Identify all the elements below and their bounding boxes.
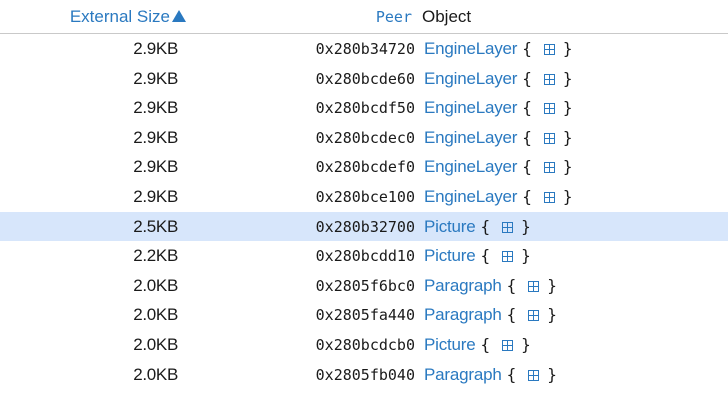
table-row[interactable]: 2.9KB 0x280b34720 EngineLayer{} bbox=[0, 34, 728, 64]
object-class-link[interactable]: EngineLayer bbox=[424, 98, 517, 117]
table-body: 2.9KB 0x280b34720 EngineLayer{} 2.9KB 0x… bbox=[0, 34, 728, 389]
expand-icon[interactable] bbox=[528, 310, 540, 322]
object-cell: Picture{} bbox=[424, 335, 531, 355]
object-cell: Picture{} bbox=[424, 246, 531, 266]
table-row[interactable]: 2.2KB 0x280bcdd10 Picture{} bbox=[0, 241, 728, 271]
object-close-brace: } bbox=[562, 39, 573, 58]
expand-icon[interactable] bbox=[528, 369, 540, 381]
object-cell: Paragraph{} bbox=[424, 365, 557, 385]
peer-address-cell: 0x280bcdec0 bbox=[315, 128, 415, 147]
peer-address-cell: 0x280bcdd10 bbox=[315, 247, 415, 266]
object-class-link[interactable]: EngineLayer bbox=[424, 69, 517, 88]
object-close-brace: } bbox=[521, 334, 531, 354]
table-row[interactable]: 2.9KB 0x280bcde60 EngineLayer{} bbox=[0, 64, 728, 94]
object-cell: EngineLayer {} bbox=[424, 128, 573, 148]
object-class-link[interactable]: Paragraph bbox=[424, 276, 502, 295]
object-cell: EngineLayer {} bbox=[424, 39, 573, 59]
object-open-brace: { bbox=[506, 275, 517, 295]
object-cell: Paragraph{} bbox=[424, 276, 557, 296]
column-header-peer[interactable]: Peer bbox=[0, 7, 412, 26]
object-class-link[interactable]: Picture bbox=[424, 217, 476, 236]
expand-icon[interactable] bbox=[543, 132, 555, 144]
object-open-brace: { bbox=[480, 216, 491, 236]
object-cell: EngineLayer {} bbox=[424, 98, 573, 118]
object-open-brace: { bbox=[522, 68, 532, 88]
peer-address-cell: 0x280b34720 bbox=[315, 40, 415, 58]
expand-icon[interactable] bbox=[543, 191, 555, 203]
object-close-brace: } bbox=[562, 157, 573, 177]
object-class-link[interactable]: Paragraph bbox=[424, 305, 502, 324]
peer-address-cell: 0x280bcde60 bbox=[315, 69, 415, 88]
peer-address-cell: 0x280bcdcb0 bbox=[315, 335, 415, 354]
object-close-brace: } bbox=[547, 275, 557, 295]
table-row[interactable]: 2.0KB 0x2805fa440 Paragraph{} bbox=[0, 300, 728, 330]
object-open-brace: { bbox=[522, 157, 532, 177]
expand-icon[interactable] bbox=[502, 251, 514, 263]
object-close-brace: } bbox=[547, 305, 557, 325]
expand-icon[interactable] bbox=[543, 162, 555, 174]
expand-icon[interactable] bbox=[502, 339, 514, 351]
table-row[interactable]: 2.0KB 0x280bcdcb0 Picture{} bbox=[0, 330, 728, 360]
expand-icon[interactable] bbox=[543, 44, 555, 55]
object-class-link[interactable]: EngineLayer bbox=[424, 157, 517, 176]
object-close-brace: } bbox=[521, 216, 531, 236]
peer-address-cell: 0x2805f6bc0 bbox=[315, 276, 415, 295]
expand-icon[interactable] bbox=[502, 221, 514, 233]
object-class-link[interactable]: EngineLayer bbox=[424, 128, 517, 147]
object-close-brace: } bbox=[562, 68, 573, 88]
table-row[interactable]: 2.0KB 0x2805fb040 Paragraph{} bbox=[0, 360, 728, 390]
object-open-brace: { bbox=[522, 98, 532, 118]
table-row[interactable]: 2.5KB 0x280b32700 Picture{} bbox=[0, 211, 728, 242]
table-row[interactable]: 2.9KB 0x280bce100 EngineLayer{} bbox=[0, 182, 728, 212]
object-close-brace: } bbox=[547, 364, 557, 384]
peer-address-cell: 0x2805fa440 bbox=[315, 306, 415, 325]
object-open-brace: { bbox=[506, 305, 517, 325]
expand-icon[interactable] bbox=[543, 103, 555, 115]
object-open-brace: { bbox=[522, 39, 532, 58]
object-class-link[interactable]: Picture bbox=[424, 246, 476, 265]
object-cell: EngineLayer {} bbox=[424, 157, 573, 177]
object-open-brace: { bbox=[506, 364, 517, 384]
peer-address-cell: 0x280bcdf50 bbox=[315, 99, 415, 118]
table-row[interactable]: 2.9KB 0x280bcdec0 EngineLayer{} bbox=[0, 123, 728, 153]
object-class-link[interactable]: EngineLayer bbox=[424, 39, 517, 58]
peer-address-cell: 0x280bce100 bbox=[315, 187, 415, 206]
object-close-brace: } bbox=[562, 186, 573, 206]
table-header: External Size Peer Object bbox=[0, 0, 728, 34]
object-class-link[interactable]: Picture bbox=[424, 335, 476, 354]
expand-icon[interactable] bbox=[543, 73, 555, 85]
object-cell: Paragraph{} bbox=[424, 305, 557, 325]
table-row[interactable]: 2.0KB 0x2805f6bc0 Paragraph{} bbox=[0, 271, 728, 301]
table-row[interactable]: 2.9KB 0x280bcdef0 EngineLayer{} bbox=[0, 152, 728, 182]
peer-address-cell: 0x280bcdef0 bbox=[315, 158, 415, 177]
heap-snapshot-table: External Size Peer Object 2.9KB 0x280b34… bbox=[0, 0, 728, 389]
object-close-brace: } bbox=[562, 98, 573, 118]
object-class-link[interactable]: EngineLayer bbox=[424, 187, 517, 206]
expand-icon[interactable] bbox=[528, 280, 540, 292]
object-close-brace: } bbox=[562, 127, 573, 147]
object-open-brace: { bbox=[480, 334, 491, 354]
table-row[interactable]: 2.9KB 0x280bcdf50 EngineLayer{} bbox=[0, 93, 728, 123]
object-close-brace: } bbox=[521, 246, 531, 266]
column-header-object[interactable]: Object bbox=[422, 7, 471, 27]
object-cell: EngineLayer {} bbox=[424, 69, 573, 89]
object-open-brace: { bbox=[522, 127, 532, 147]
object-open-brace: { bbox=[480, 246, 491, 266]
peer-address-cell: 0x2805fb040 bbox=[315, 365, 415, 384]
object-cell: EngineLayer {} bbox=[424, 187, 573, 207]
peer-address-cell: 0x280b32700 bbox=[315, 217, 415, 236]
object-open-brace: { bbox=[522, 186, 532, 206]
object-cell: Picture{} bbox=[424, 217, 531, 237]
object-class-link[interactable]: Paragraph bbox=[424, 365, 502, 384]
